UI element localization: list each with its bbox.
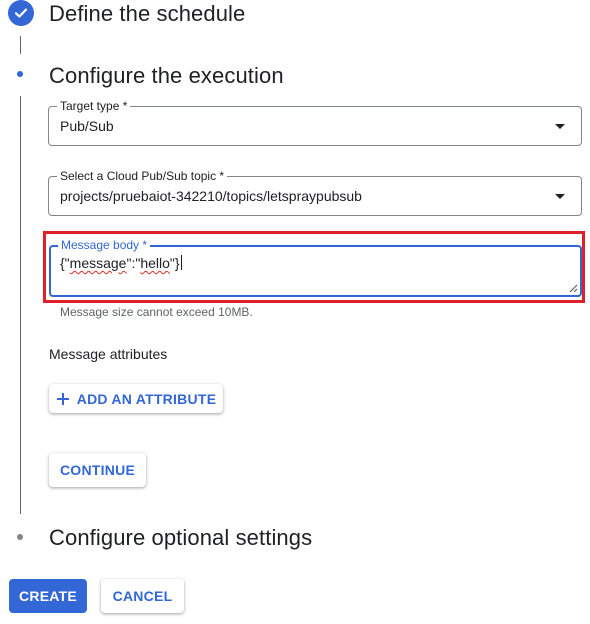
- message-body-value: {"message":"hello"}: [60, 255, 182, 271]
- message-size-hint: Message size cannot exceed 10MB.: [60, 305, 253, 319]
- step-pending-dot-icon: [17, 534, 23, 540]
- step-completed-check-icon: [8, 0, 34, 26]
- continue-button[interactable]: CONTINUE: [49, 453, 146, 487]
- pubsub-topic-label: Select a Cloud Pub/Sub topic *: [57, 168, 228, 184]
- step-optional-settings-title[interactable]: Configure optional settings: [49, 525, 312, 551]
- dropdown-arrow-icon: [555, 194, 565, 199]
- stepper-connector: [20, 96, 21, 514]
- message-body-label: Message body *: [58, 237, 151, 253]
- text-cursor: [180, 255, 182, 270]
- create-button[interactable]: CREATE: [9, 579, 87, 613]
- message-body-textarea[interactable]: Message body * {"message":"hello"}: [49, 237, 582, 297]
- dropdown-arrow-icon: [555, 124, 565, 129]
- add-attribute-button[interactable]: ADD AN ATTRIBUTE: [49, 384, 223, 413]
- step-configure-execution-title[interactable]: Configure the execution: [49, 63, 284, 89]
- message-body-text-part: ":": [126, 255, 141, 271]
- resize-handle-icon[interactable]: [569, 284, 578, 293]
- add-attribute-label: ADD AN ATTRIBUTE: [76, 390, 217, 407]
- message-attributes-label: Message attributes: [49, 346, 168, 362]
- pubsub-topic-value: projects/pruebaiot-342210/topics/letspra…: [60, 188, 362, 204]
- cancel-button[interactable]: CANCEL: [101, 579, 184, 613]
- message-body-text-part: {": [60, 255, 70, 271]
- message-body-text-part: message: [69, 255, 127, 271]
- plus-icon: [56, 392, 69, 405]
- target-type-label: Target type *: [57, 98, 131, 114]
- message-body-text-part: hello: [140, 255, 170, 271]
- target-type-value: Pub/Sub: [60, 118, 114, 134]
- target-type-select[interactable]: Target type * Pub/Sub: [48, 98, 582, 146]
- step-active-dot-icon: [17, 71, 23, 77]
- step-define-schedule-title[interactable]: Define the schedule: [49, 1, 245, 27]
- stepper-connector: [20, 36, 21, 54]
- message-body-text-part: "}: [169, 255, 180, 271]
- pubsub-topic-select[interactable]: Select a Cloud Pub/Sub topic * projects/…: [48, 168, 582, 216]
